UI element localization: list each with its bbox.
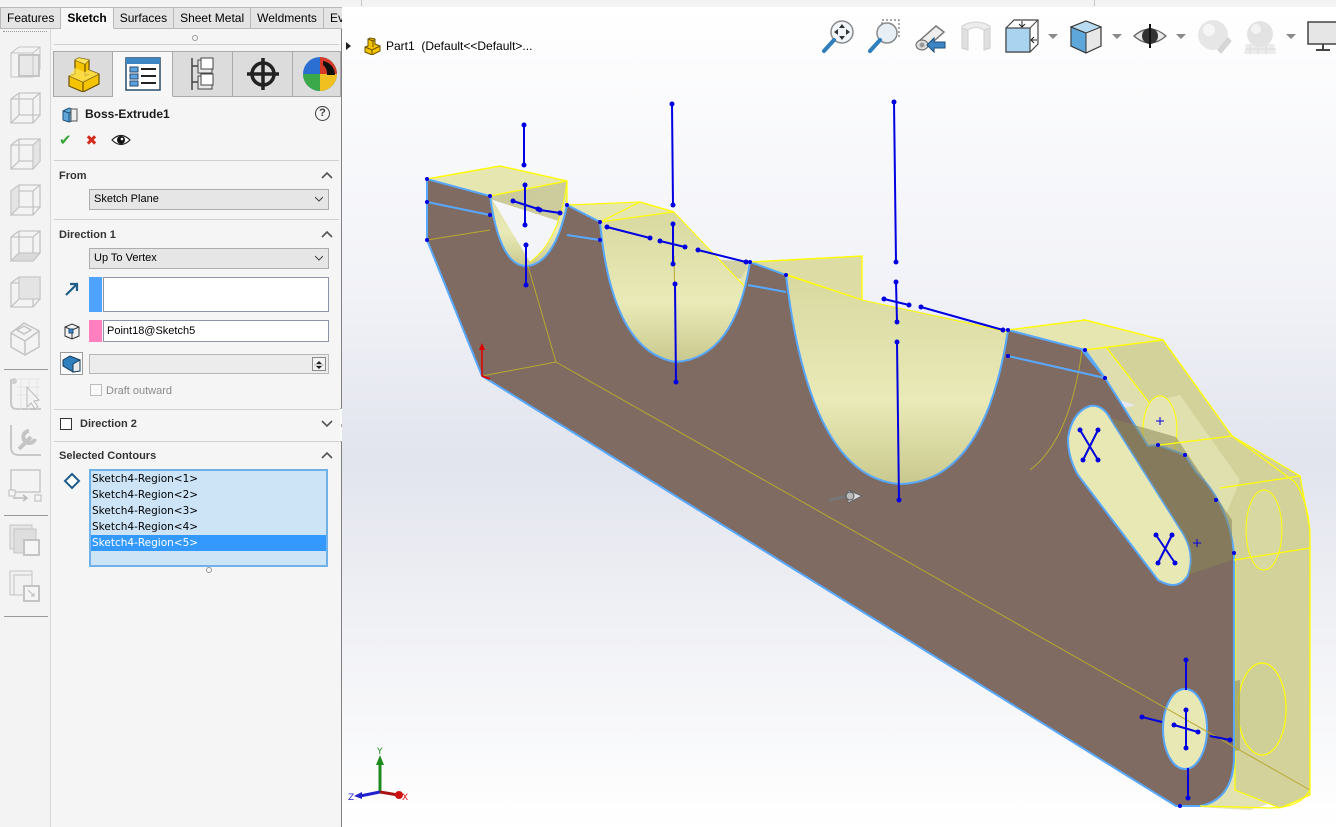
feature-name: Boss-Extrude1 <box>85 107 170 121</box>
bottom-view-icon[interactable] <box>7 229 43 265</box>
chevron-down-icon <box>315 255 323 261</box>
tab-weldments[interactable]: Weldments <box>251 7 324 29</box>
selected-contours-title: Selected Contours <box>59 450 157 462</box>
dock-separator <box>4 515 48 516</box>
triad-x-label: X <box>402 793 408 803</box>
panel-grip[interactable] <box>192 35 198 41</box>
strip-separator <box>361 0 362 6</box>
display-manager-tab[interactable] <box>293 51 341 97</box>
collapse-direction1-icon[interactable] <box>321 229 333 239</box>
left-view-icon[interactable] <box>7 137 43 173</box>
sketch-tools-icon[interactable] <box>7 421 43 457</box>
contour-list-item[interactable]: Sketch4-Region<3> <box>91 503 326 519</box>
help-button[interactable]: ? <box>315 106 330 121</box>
vertex-color-chip <box>89 320 102 342</box>
end-condition-value: Up To Vertex <box>94 252 157 264</box>
contour-icon <box>63 472 81 490</box>
expand-direction2-icon[interactable] <box>321 418 333 428</box>
top-view-icon[interactable] <box>7 275 43 311</box>
manager-tabs <box>53 51 341 97</box>
direction2-checkbox[interactable] <box>60 418 72 430</box>
selected-contours-list[interactable]: Sketch4-Region<1> Sketch4-Region<2> Sket… <box>89 469 328 567</box>
direction2-group-title: Direction 2 <box>80 418 137 430</box>
contour-list-item[interactable]: Sketch4-Region<4> <box>91 519 326 535</box>
reference-triad: Y Z X <box>348 747 408 803</box>
dimxpert-manager-tab[interactable] <box>233 51 293 97</box>
property-manager-panel: Boss-Extrude1 ? ✔ ✖ From Sketch Plane Di… <box>50 29 341 827</box>
top-strip <box>0 0 1336 7</box>
property-manager-tab[interactable] <box>113 51 173 97</box>
contour-list-item[interactable]: Sketch4-Region<2> <box>91 487 326 503</box>
graphics-area[interactable]: Part1 (Default<<Default>... Y Z X <box>342 7 1336 827</box>
tab-sheet-metal[interactable]: Sheet Metal <box>174 7 252 29</box>
feature-title: Boss-Extrude1 <box>61 104 170 124</box>
paste-view-icon[interactable] <box>7 568 43 604</box>
strip-separator <box>1094 0 1095 6</box>
direction-arrow-icon[interactable] <box>63 280 81 298</box>
cancel-button[interactable]: ✖ <box>86 132 98 149</box>
draft-outward-checkbox[interactable] <box>90 384 102 396</box>
spinner-arrows-icon <box>314 361 324 369</box>
contour-list-item[interactable]: Sketch4-Region<1> <box>91 471 326 487</box>
tab-sketch[interactable]: Sketch <box>61 7 114 29</box>
configuration-manager-icon <box>190 57 213 90</box>
vertex-icon <box>64 323 80 340</box>
dock-separator <box>4 369 48 370</box>
boss-extrude-icon <box>62 107 78 123</box>
divider <box>54 409 339 410</box>
from-select-value: Sketch Plane <box>94 193 159 205</box>
collapse-contours-icon[interactable] <box>321 450 333 460</box>
list-resize-grip[interactable] <box>206 567 212 573</box>
dimxpert-icon <box>246 58 279 90</box>
collapse-from-icon[interactable] <box>321 170 333 180</box>
property-manager-icon <box>124 57 161 91</box>
direction-color-chip <box>89 277 102 312</box>
draft-outward-label: Draft outward <box>106 385 173 397</box>
isometric-view-icon[interactable] <box>7 321 43 357</box>
from-select[interactable]: Sketch Plane <box>89 189 329 210</box>
part-icon <box>68 57 100 92</box>
move-entities-icon[interactable] <box>7 467 43 503</box>
divider <box>54 160 339 161</box>
ok-button[interactable]: ✔ <box>59 131 72 149</box>
direction1-group-title: Direction 1 <box>59 229 116 241</box>
draft-toggle-icon[interactable] <box>60 352 83 375</box>
vertex-reference-field[interactable]: Point18@Sketch5 <box>103 320 329 342</box>
divider <box>54 441 339 442</box>
end-condition-select[interactable]: Up To Vertex <box>89 248 329 269</box>
front-view-icon[interactable] <box>7 45 43 81</box>
tab-surfaces[interactable]: Surfaces <box>113 7 175 29</box>
display-manager-icon <box>303 57 337 91</box>
contour-list-item-selected[interactable]: Sketch4-Region<5> <box>91 535 326 551</box>
draft-angle-field[interactable] <box>89 354 329 374</box>
copy-view-icon[interactable] <box>7 522 43 558</box>
triad-z-label: Z <box>348 793 354 803</box>
extrude-preview-model[interactable] <box>342 7 1336 827</box>
configuration-manager-tab[interactable] <box>173 51 233 97</box>
sketch-grid-icon[interactable] <box>7 375 43 411</box>
triad-y-label: Y <box>376 747 383 757</box>
feature-manager-tab[interactable] <box>53 51 113 97</box>
right-view-icon[interactable] <box>7 183 43 219</box>
preview-eye-icon[interactable] <box>111 133 132 147</box>
dock-separator <box>4 616 48 617</box>
view-orientation-dock <box>0 29 50 619</box>
divider <box>54 219 339 220</box>
dock-grip[interactable] <box>3 31 47 33</box>
draft-angle-spinner[interactable] <box>312 357 326 371</box>
divider <box>54 44 339 45</box>
solidworks-window: Features Sketch Surfaces Sheet Metal Wel… <box>0 0 1336 827</box>
back-view-icon[interactable] <box>7 91 43 127</box>
direction-reference-field[interactable] <box>103 277 329 312</box>
chevron-down-icon <box>315 196 323 202</box>
tab-features[interactable]: Features <box>0 7 62 29</box>
pm-actions: ✔ ✖ <box>59 131 132 149</box>
from-group-title: From <box>59 170 87 182</box>
